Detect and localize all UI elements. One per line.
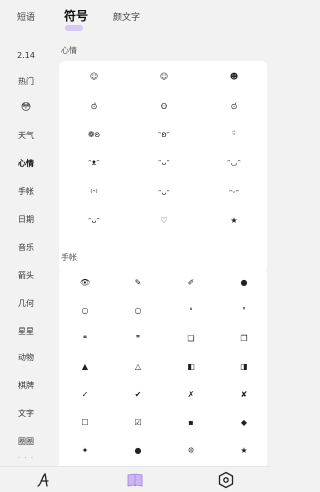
category-sidebar: 2.14 热门 😳 天气心情手帐日期音乐箭头几何星星动物棋牌文字圈圈 · · · (0, 36, 52, 466)
settings-hex-icon[interactable] (217, 471, 235, 489)
notebook-symbol-27[interactable]: ★ (232, 445, 256, 457)
notebook-symbol-21[interactable]: ☑ (126, 417, 150, 429)
notebook-symbol-25[interactable]: ● (126, 445, 150, 457)
mood-symbol-17[interactable]: ★ (222, 215, 246, 227)
mood-symbol-4[interactable]: ʘ (152, 101, 176, 113)
mood-symbol-9[interactable]: ᵔᴥᵔ (82, 157, 106, 169)
notebook-symbol-12[interactable]: ▲ (73, 361, 97, 373)
notebook-symbol-24[interactable]: ✦ (73, 445, 97, 457)
sidebar-item-3[interactable]: 天气 (0, 130, 52, 141)
sidebar-item-11[interactable]: 动物 (0, 352, 52, 363)
sidebar-item-10[interactable]: 星星 (0, 326, 52, 337)
sidebar-item-4[interactable]: 心情 (0, 158, 52, 169)
notebook-symbol-1[interactable]: ✎ (126, 277, 150, 289)
notebook-symbol-4[interactable]: ○ (73, 305, 97, 317)
sidebar-item-2[interactable]: 😳 (0, 102, 52, 113)
tab-kaomoji[interactable]: 颜文字 (113, 10, 140, 23)
notebook-symbol-11[interactable]: ❐ (232, 333, 256, 345)
mood-symbol-2[interactable]: ☻ (222, 71, 246, 83)
notebook-symbol-23[interactable]: ◆ (232, 417, 256, 429)
keyboard-panel: 短语 符号 颜文字 2.14 热门 😳 天气 心情 手帐 日期 音乐 箭头 几何 星星 动物 棋牌 文字圈… (0, 0, 270, 492)
notebook-symbol-17[interactable]: ✔ (126, 389, 150, 401)
notebook-symbol-0[interactable]: 👁 (73, 277, 97, 289)
notebook-symbol-2[interactable]: ✐ (179, 277, 203, 289)
mood-symbol-3[interactable]: ⊙̀ (82, 101, 106, 113)
notebook-symbol-22[interactable]: ▪ (179, 417, 203, 429)
notebook-symbol-3[interactable]: ● (232, 277, 256, 289)
mood-symbol-1[interactable]: ☺ (152, 71, 176, 83)
sidebar-item-14[interactable]: 圈圈 (0, 436, 52, 447)
notebook-symbol-10[interactable]: ❏ (179, 333, 203, 345)
notebook-symbol-14[interactable]: ◧ (179, 361, 203, 373)
sidebar-item-5[interactable]: 手帐 (0, 186, 52, 197)
mood-symbol-14[interactable]: ᵔᵕᵔ (222, 187, 246, 199)
sidebar-item-13[interactable]: 文字 (0, 408, 52, 419)
mood-symbol-5[interactable]: ⊙́ (222, 101, 246, 113)
notebook-symbol-9[interactable]: ❞ (126, 333, 150, 345)
mood-symbol-13[interactable]: ᵔᴗᵔ (152, 187, 176, 199)
tab-active-indicator (65, 25, 83, 31)
mood-symbol-12[interactable]: ⁽ᵔ⁾ (82, 187, 106, 199)
sidebar-item-7[interactable]: 音乐 (0, 242, 52, 253)
notebook-symbol-13[interactable]: △ (126, 361, 150, 373)
sidebar-item-9[interactable]: 几何 (0, 298, 52, 309)
notebook-symbol-19[interactable]: ✘ (232, 389, 256, 401)
notebook-symbol-5[interactable]: ○ (126, 305, 150, 317)
mood-symbol-11[interactable]: ᵔ◡ᵔ (222, 157, 246, 169)
sidebar-item-12[interactable]: 棋牌 (0, 380, 52, 391)
mood-symbol-15[interactable]: ᵔᴗᵔ (82, 215, 106, 227)
notebook-symbol-26[interactable]: ❊ (179, 445, 203, 457)
sidebar-item-8[interactable]: 箭头 (0, 270, 52, 281)
mood-symbol-10[interactable]: ᵔᴗᵔ (152, 157, 176, 169)
notebook-symbol-15[interactable]: ◨ (232, 361, 256, 373)
tab-phrases[interactable]: 短语 (17, 10, 35, 23)
mood-symbol-grid: ☺ ☺ ☻ ⊙̀ ʘ ⊙́ ❁ʚ ᵔʚᵔ ᵕ̈ ᵔᴥᵔ ᵔᴗᵔ ᵔ◡ᵔ ⁽ᵔ⁾ ᵔᴗᵔ ᵔᵕᵔ ᵔᴗᵔ ♡ ★ (59, 61, 267, 273)
sidebar-item-0[interactable]: 2.14 (0, 51, 52, 60)
notebook-symbol-18[interactable]: ✗ (179, 389, 203, 401)
notebook-symbol-8[interactable]: ❝ (73, 333, 97, 345)
font-style-icon[interactable] (36, 471, 54, 489)
mood-symbol-16[interactable]: ♡ (152, 215, 176, 227)
bottom-toolbar (0, 466, 270, 492)
symbol-content: 心情 ☺ ☺ ☻ ⊙̀ ʘ ⊙́ ❁ʚ ᵔʚᵔ ᵕ̈ ᵔᴥᵔ ᵔᴗᵔ ᵔ◡ᵔ ⁽ᵔ⁾ ᵔᴗᵔ ᵔᵕᵔ ᵔᴗᵔ ♡… (52, 36, 270, 466)
section-title-notebook: 手帐 (61, 253, 77, 262)
notebook-symbol-16[interactable]: ✓ (73, 389, 97, 401)
notebook-symbol-grid: 👁 ✎ ✐ ● ○ ○ ❛ ❜ ❝ ❞ ❏ ❐ ▲ △ ◧ ◨ ✓ ✔ ✗ ✘ ☐ ☑ ▪ ◆ ✦ ● ❊ ★ (59, 269, 267, 466)
section-title-mood: 心情 (61, 46, 77, 55)
mood-symbol-6[interactable]: ❁ʚ (82, 129, 106, 141)
tab-symbols[interactable]: 符号 (64, 7, 88, 24)
top-tabbar: 短语 符号 颜文字 (0, 0, 270, 36)
notebook-symbol-20[interactable]: ☐ (73, 417, 97, 429)
notebook-symbol-7[interactable]: ❜ (232, 305, 256, 317)
mood-symbol-0[interactable]: ☺ (82, 71, 106, 83)
sidebar-item-1[interactable]: 热门 (0, 76, 52, 87)
notebook-symbol-6[interactable]: ❛ (179, 305, 203, 317)
mood-symbol-8[interactable]: ᵕ̈ (222, 129, 246, 141)
sidebar-more-indicator: · · · (17, 454, 35, 462)
book-icon[interactable] (126, 471, 144, 489)
mood-symbol-7[interactable]: ᵔʚᵔ (152, 129, 176, 141)
sidebar-item-6[interactable]: 日期 (0, 214, 52, 225)
